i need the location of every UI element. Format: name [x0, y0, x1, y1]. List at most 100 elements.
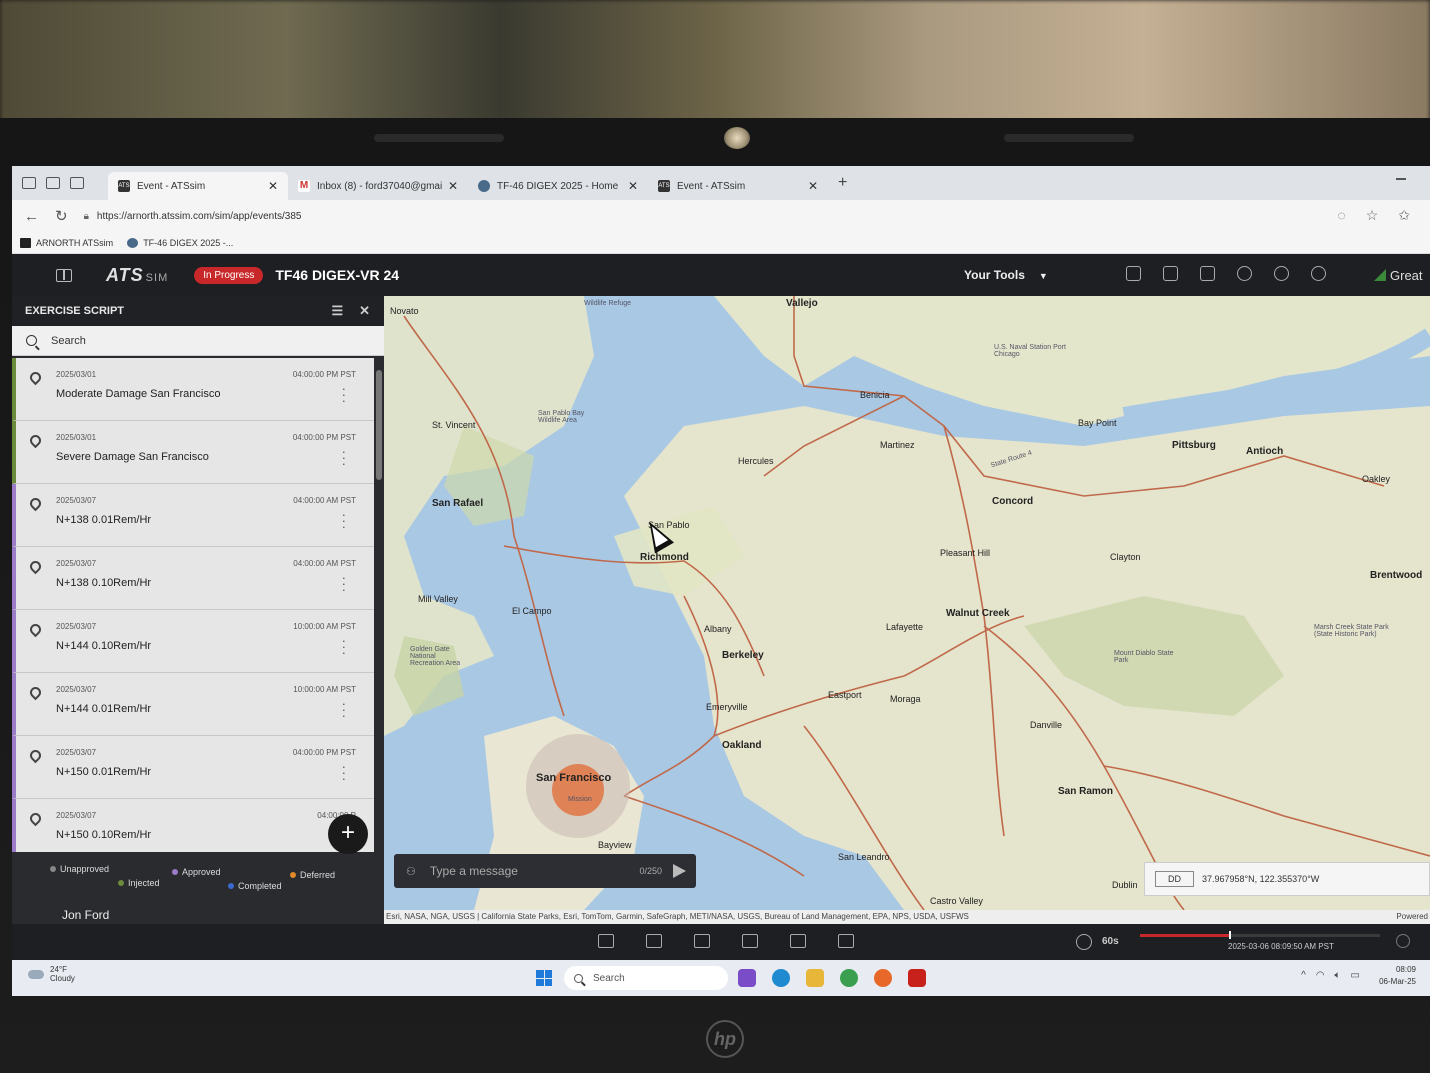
- calendar-icon[interactable]: [838, 934, 854, 948]
- list-item[interactable]: 2025/03/01 Severe Damage San Francisco 0…: [12, 421, 374, 484]
- mobile-icon[interactable]: [694, 934, 710, 948]
- status-legend: Unapproved Approved Deferred Injected Co…: [12, 856, 384, 906]
- clock-icon[interactable]: [1076, 934, 1092, 950]
- map-pin-icon[interactable]: [27, 684, 44, 701]
- list-item[interactable]: 2025/03/07 N+138 0.10Rem/Hr 04:00:00 AM …: [12, 547, 374, 610]
- message-input[interactable]: ⚇ Type a message 0/250: [394, 854, 696, 888]
- document-icon[interactable]: [742, 934, 758, 948]
- list-item[interactable]: 2025/03/07 N+144 0.01Rem/Hr 10:00:00 AM …: [12, 673, 374, 736]
- favorite-star-icon[interactable]: ☆: [1366, 207, 1379, 224]
- lock-icon[interactable]: 🔒︎: [84, 211, 89, 222]
- reload-icon[interactable]: ↻: [55, 207, 68, 225]
- bookmark-arnorth[interactable]: ARNORTH ATSsim: [20, 237, 114, 248]
- item-name: Severe Damage San Francisco: [56, 451, 209, 463]
- tab-event-atssim-2[interactable]: ATS Event - ATSsim ✕: [648, 172, 828, 200]
- script-search-input[interactable]: Search: [12, 326, 384, 356]
- mail-icon[interactable]: [598, 934, 614, 948]
- speedometer-icon[interactable]: [1237, 266, 1252, 281]
- phone-icon[interactable]: [646, 934, 662, 948]
- wifi-icon[interactable]: ◠: [1316, 970, 1325, 981]
- close-tab-icon[interactable]: ✕: [808, 179, 818, 193]
- chrome-icon[interactable]: [840, 969, 858, 987]
- map-label: Clayton: [1110, 552, 1141, 562]
- close-tab-icon[interactable]: ✕: [628, 179, 638, 193]
- notes-icon[interactable]: [1126, 266, 1141, 281]
- list-item[interactable]: 2025/03/07 N+150 0.10Rem/Hr 04:00:00 P: [12, 799, 374, 852]
- edge-icon[interactable]: [772, 969, 790, 987]
- sim-toolbar-icons: [598, 934, 854, 948]
- sim-timeline[interactable]: [1140, 931, 1380, 939]
- file-explorer-icon[interactable]: [806, 969, 824, 987]
- tab-actions-icon[interactable]: [70, 177, 84, 189]
- system-clock[interactable]: 08:09 06-Mar-25: [1379, 964, 1416, 988]
- timeline-marker[interactable]: [1228, 931, 1231, 939]
- your-tools-dropdown[interactable]: Your Tools ▼: [964, 268, 1048, 282]
- sim-speed[interactable]: 60s: [1102, 936, 1119, 947]
- chevron-up-icon[interactable]: ^: [1301, 970, 1306, 981]
- volume-icon[interactable]: 🔈︎: [1335, 970, 1341, 981]
- more-options-icon[interactable]: · · ·: [342, 445, 346, 470]
- acrobat-icon[interactable]: [908, 969, 926, 987]
- browser-tab-bar: ATS Event - ATSsim ✕ M Inbox (8) - ford3…: [12, 166, 1430, 200]
- more-options-icon[interactable]: · · ·: [342, 697, 346, 722]
- list-item[interactable]: 2025/03/07 N+144 0.10Rem/Hr 10:00:00 AM …: [12, 610, 374, 673]
- list-item[interactable]: 2025/03/07 N+150 0.01Rem/Hr 04:00:00 PM …: [12, 736, 374, 799]
- more-options-icon[interactable]: · · ·: [342, 760, 346, 785]
- close-icon[interactable]: ✕: [359, 303, 370, 319]
- coord-format-select[interactable]: DD: [1155, 871, 1194, 887]
- list-item[interactable]: 2025/03/01 Moderate Damage San Francisco…: [12, 358, 374, 421]
- send-icon[interactable]: [673, 864, 686, 878]
- tab-event-atssim-1[interactable]: ATS Event - ATSsim ✕: [108, 172, 288, 200]
- back-arrow-icon[interactable]: ←: [24, 208, 39, 225]
- folder-icon[interactable]: [1163, 266, 1178, 281]
- copilot-icon[interactable]: [738, 969, 756, 987]
- map-view[interactable]: Vallejo Novato Wildlife Refuge U.S. Nava…: [384, 296, 1430, 910]
- close-tab-icon[interactable]: ✕: [268, 179, 278, 193]
- chat-icon[interactable]: [1200, 266, 1215, 281]
- minimize-icon[interactable]: [1396, 178, 1406, 180]
- more-options-icon[interactable]: · · ·: [342, 382, 346, 407]
- weather-widget[interactable]: 24°F Cloudy: [28, 965, 75, 983]
- windows-start-icon[interactable]: [536, 970, 552, 986]
- settings-icon[interactable]: [1396, 934, 1410, 948]
- close-tab-icon[interactable]: ✕: [448, 179, 458, 193]
- map-pin-icon[interactable]: [27, 558, 44, 575]
- profile-icon[interactable]: [22, 177, 36, 189]
- reader-mode-icon[interactable]: ◌: [1337, 207, 1345, 224]
- new-tab-button[interactable]: +: [838, 174, 847, 192]
- list-view-icon[interactable]: ☰: [331, 303, 343, 319]
- tab-gmail-inbox[interactable]: M Inbox (8) - ford37040@gmail.com ✕: [288, 172, 468, 200]
- add-script-item-button[interactable]: +: [328, 814, 368, 854]
- taskbar-search[interactable]: Search: [564, 966, 728, 990]
- map-label: Oakland: [722, 740, 762, 751]
- book-icon[interactable]: [56, 268, 72, 282]
- map-pin-icon[interactable]: [27, 810, 44, 827]
- map-label: San Francisco: [536, 772, 612, 784]
- map-pin-icon[interactable]: [27, 369, 44, 386]
- map-label: Mount Diablo State Park: [1114, 650, 1174, 664]
- more-options-icon[interactable]: · · ·: [342, 571, 346, 596]
- url-field[interactable]: https://arnorth.atssim.com/sim/app/event…: [97, 211, 302, 222]
- gear-icon[interactable]: [1274, 266, 1289, 281]
- map-pin-icon[interactable]: [27, 495, 44, 512]
- map-label: Concord: [992, 496, 1034, 507]
- more-options-icon[interactable]: · · ·: [342, 508, 346, 533]
- map-label: Hercules: [738, 456, 774, 466]
- favorites-list-icon[interactable]: ✩: [1398, 207, 1410, 224]
- battery-icon[interactable]: ▭: [1351, 970, 1360, 981]
- scrollbar-thumb[interactable]: [376, 370, 382, 480]
- map-pin-icon[interactable]: [27, 621, 44, 638]
- map-pin-icon[interactable]: [27, 432, 44, 449]
- map-pin-icon[interactable]: [27, 747, 44, 764]
- bookmark-label: ARNORTH ATSsim: [36, 237, 114, 248]
- video-icon[interactable]: [790, 934, 806, 948]
- more-options-icon[interactable]: · · ·: [342, 634, 346, 659]
- firefox-icon[interactable]: [874, 969, 892, 987]
- list-item[interactable]: 2025/03/07 N+138 0.01Rem/Hr 04:00:00 AM …: [12, 484, 374, 547]
- bookmark-tf46[interactable]: TF-46 DIGEX 2025 -...: [127, 237, 233, 248]
- bug-icon[interactable]: [1311, 266, 1326, 281]
- workspaces-icon[interactable]: [46, 177, 60, 189]
- legend-deferred: Deferred: [290, 870, 335, 880]
- tab-tf46-home[interactable]: TF-46 DIGEX 2025 - Home ✕: [468, 172, 648, 200]
- script-list-scrollbar[interactable]: [374, 358, 384, 852]
